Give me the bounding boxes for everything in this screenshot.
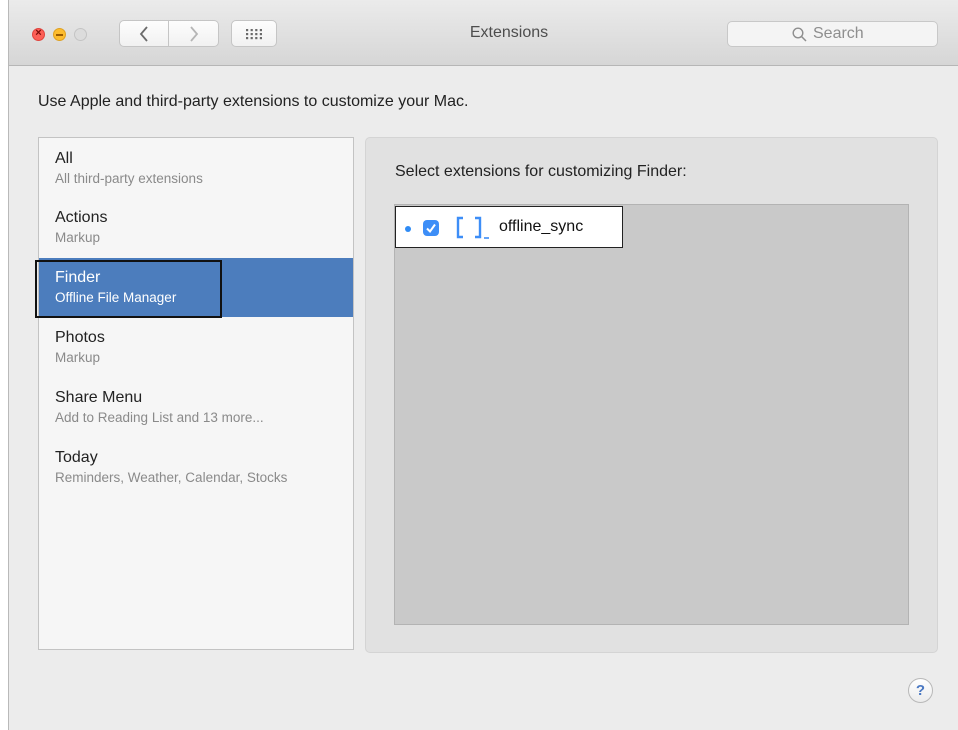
sidebar-item-description: Markup xyxy=(55,350,101,365)
navigation-buttons xyxy=(119,20,222,49)
new-extension-dot-icon xyxy=(405,226,411,232)
back-button[interactable] xyxy=(119,20,169,47)
sidebar-item-actions[interactable]: Actions Markup xyxy=(39,198,353,257)
minimize-icon xyxy=(56,34,63,36)
chevron-right-icon xyxy=(189,25,198,42)
extension-name: offline_sync xyxy=(499,218,584,235)
sidebar-item-photos[interactable]: Photos Markup xyxy=(39,318,353,377)
sidebar-item-description: Offline File Manager xyxy=(55,290,177,305)
extensions-category-list: All All third-party extensions Actions M… xyxy=(35,137,354,650)
sidebar-item-share-menu[interactable]: Share Menu Add to Reading List and 13 mo… xyxy=(39,378,353,437)
instructions-text: Use Apple and third-party extensions to … xyxy=(38,93,469,110)
sidebar-item-label: Photos xyxy=(55,329,105,346)
help-button[interactable]: ? xyxy=(908,678,933,703)
sidebar-item-today[interactable]: Today Reminders, Weather, Calendar, Stoc… xyxy=(39,438,353,497)
sidebar-item-label: Actions xyxy=(55,209,108,226)
search-input[interactable] xyxy=(813,25,873,43)
minimize-button[interactable] xyxy=(53,28,66,41)
panel-heading: Select extensions for customizing Finder… xyxy=(395,163,687,180)
extension-row-offline-sync[interactable]: offline_sync xyxy=(395,206,623,248)
sidebar-item-label: Finder xyxy=(55,269,101,286)
chevron-left-icon xyxy=(139,25,148,42)
extension-detail-panel: Select extensions for customizing Finder… xyxy=(365,137,938,653)
close-icon: × xyxy=(35,27,42,39)
sidebar-item-description: All third-party extensions xyxy=(55,171,203,186)
sidebar-item-label: All xyxy=(55,150,73,167)
sidebar-item-label: Today xyxy=(55,449,98,466)
extension-list: offline_sync xyxy=(394,204,909,625)
bracket-app-icon xyxy=(456,216,489,239)
window-title: Extensions xyxy=(469,24,549,41)
sidebar-item-description: Reminders, Weather, Calendar, Stocks xyxy=(55,470,288,485)
sidebar-item-description: Add to Reading List and 13 more... xyxy=(55,410,264,425)
title-bar: × Extensions Search xyxy=(9,0,958,66)
sidebar-item-label: Share Menu xyxy=(55,389,143,406)
sidebar-item-all[interactable]: All All third-party extensions xyxy=(39,139,353,198)
sidebar-item-finder[interactable]: Finder Offline File Manager xyxy=(35,258,353,318)
show-all-button[interactable] xyxy=(231,20,277,47)
grid-icon xyxy=(246,28,262,39)
search-field[interactable] xyxy=(727,21,938,47)
checkmark-icon xyxy=(426,223,436,234)
extension-enable-checkbox[interactable] xyxy=(423,220,439,236)
close-button[interactable]: × xyxy=(32,27,45,41)
sidebar-item-description: Markup xyxy=(55,230,101,245)
preferences-window: × Extensions Search Use Apple and third-… xyxy=(8,0,958,730)
forward-button[interactable] xyxy=(169,20,219,47)
zoom-button xyxy=(74,28,87,41)
search-icon xyxy=(792,26,807,42)
